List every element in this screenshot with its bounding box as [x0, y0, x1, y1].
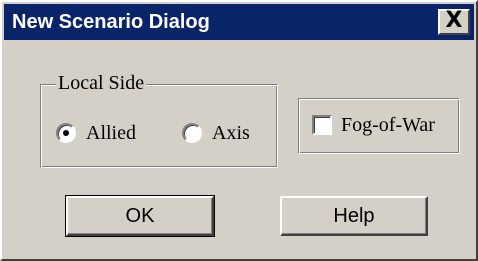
- ok-button[interactable]: OK: [65, 195, 215, 237]
- radio-axis[interactable]: [182, 123, 202, 143]
- close-button[interactable]: X: [438, 9, 470, 35]
- ok-button-label: OK: [125, 205, 155, 227]
- fog-of-war-checkbox[interactable]: [312, 115, 332, 135]
- close-icon: X: [445, 8, 463, 33]
- local-side-legend: Local Side: [56, 71, 147, 95]
- fog-of-war-label[interactable]: Fog-of-War: [341, 113, 435, 137]
- radio-selected-dot: [63, 130, 69, 136]
- help-button-label: Help: [333, 205, 375, 227]
- title-bar[interactable]: New Scenario Dialog X: [4, 4, 474, 40]
- help-button[interactable]: Help: [280, 196, 428, 236]
- radio-axis-label[interactable]: Axis: [212, 121, 250, 145]
- dialog-title: New Scenario Dialog: [12, 11, 210, 33]
- radio-allied-label[interactable]: Allied: [86, 121, 136, 145]
- radio-allied[interactable]: [56, 123, 76, 143]
